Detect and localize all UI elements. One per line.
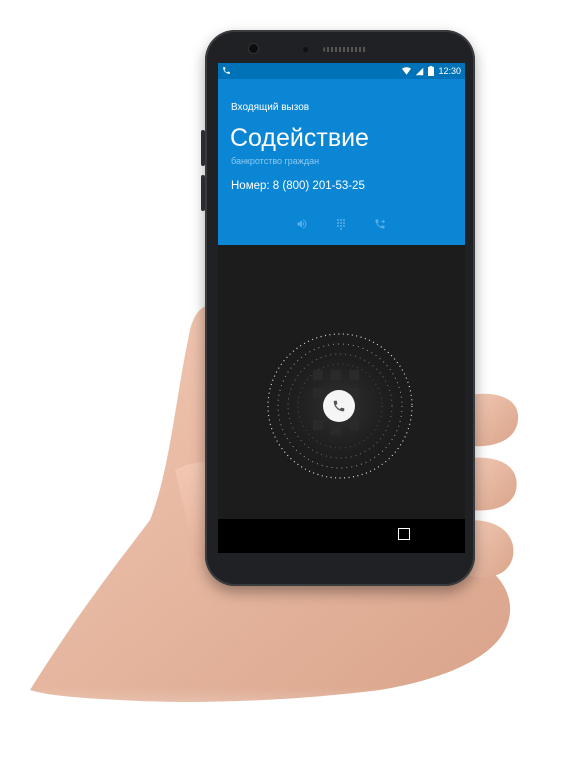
recent-apps-button[interactable] — [398, 528, 410, 540]
phone-icon — [222, 66, 231, 77]
proximity-sensor — [303, 47, 308, 52]
phone-answer-icon — [333, 400, 345, 412]
dialpad-icon[interactable] — [335, 218, 347, 230]
status-bar: 12:30 — [218, 63, 465, 79]
signal-icon — [416, 67, 424, 75]
caller-subtitle: банкротство граждан — [231, 156, 320, 166]
volume-down-button — [201, 175, 205, 211]
answer-call-button[interactable] — [323, 390, 355, 422]
status-time: 12:30 — [438, 66, 461, 76]
wifi-icon — [402, 67, 412, 75]
answer-glow-rings — [267, 333, 413, 479]
incoming-call-label: Входящий вызов — [231, 102, 310, 113]
battery-icon — [428, 66, 435, 76]
phone-screen: 12:30 Входящий вызов Содействие банкротс… — [218, 63, 465, 519]
incoming-call-header: Входящий вызов Содействие банкротство гр… — [218, 79, 465, 245]
earpiece-speaker — [323, 47, 367, 52]
answer-area — [218, 245, 465, 519]
call-actions — [296, 218, 386, 230]
speaker-icon[interactable] — [296, 218, 308, 230]
call-forward-icon[interactable] — [374, 218, 386, 230]
volume-up-button — [201, 130, 205, 166]
navigation-bar — [218, 519, 465, 553]
caller-number: Номер: 8 (800) 201-53-25 — [231, 180, 365, 192]
caller-name: Содействие — [230, 124, 369, 152]
front-camera — [249, 44, 258, 53]
